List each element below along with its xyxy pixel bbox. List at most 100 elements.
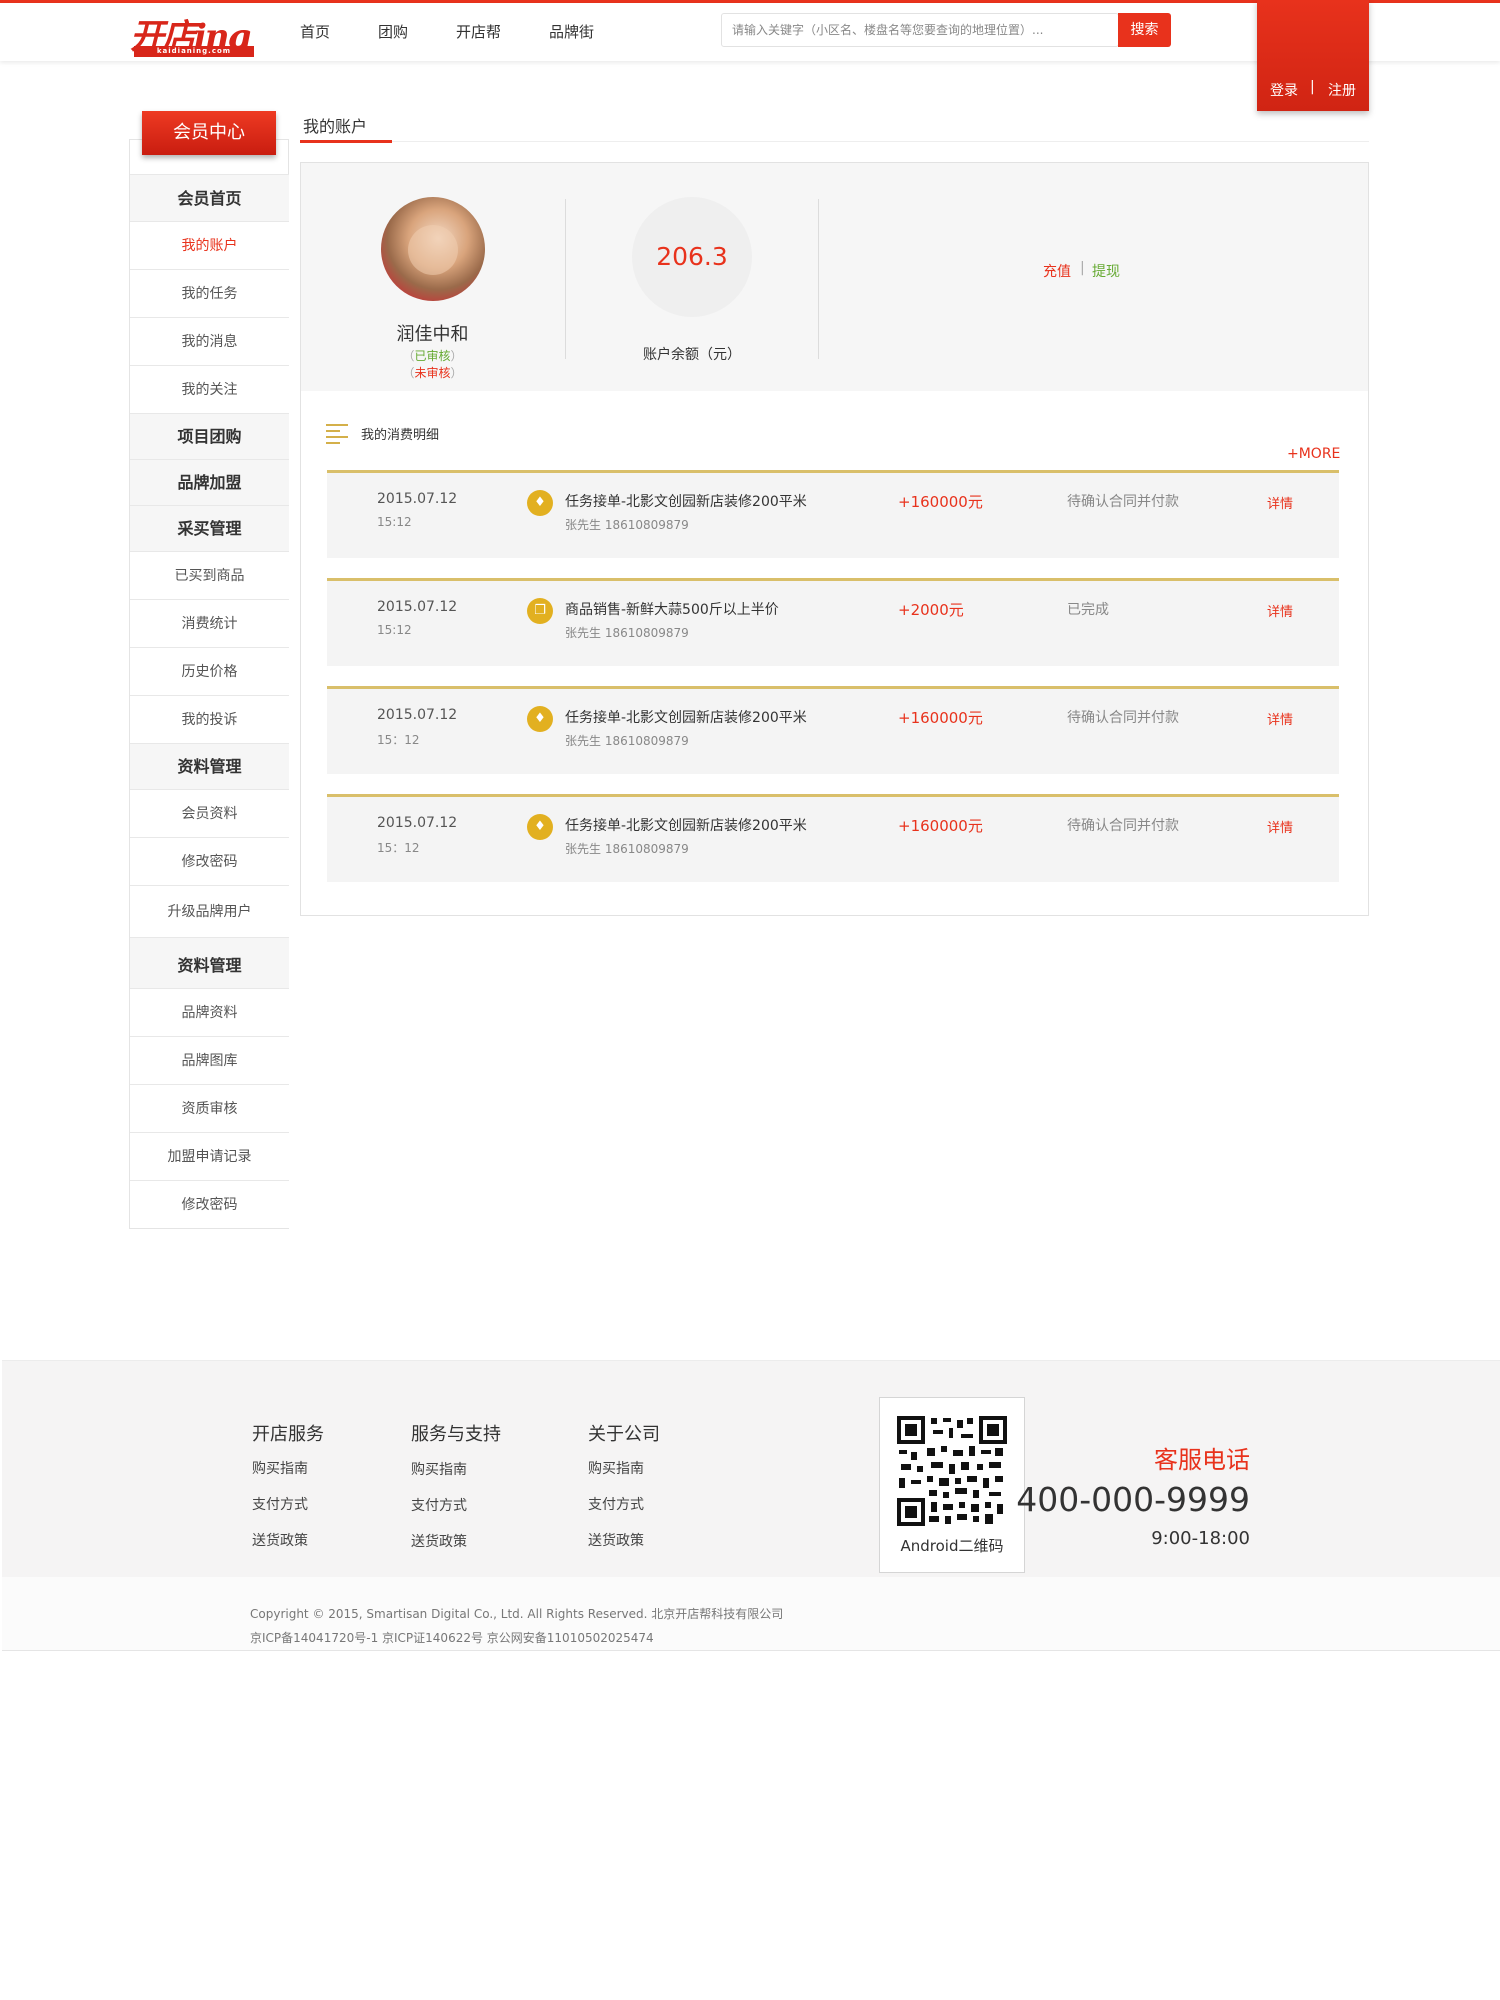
- status-unverified: （未审核）: [402, 366, 463, 380]
- record-amount: +160000元: [898, 817, 983, 835]
- sidebar-item-profile-management[interactable]: 资料管理: [130, 743, 289, 789]
- logo-subtext: kaidianing.com: [134, 46, 254, 57]
- sidebar-item-price-history[interactable]: 历史价格: [130, 647, 289, 695]
- more-link[interactable]: +MORE: [1287, 446, 1340, 462]
- record-row: 2015.07.12 15：12 ♦ 任务接单-北影文创园新店装修200平米 张…: [327, 686, 1339, 774]
- sidebar-item-upgrade-brand[interactable]: 升级品牌用户: [130, 885, 289, 937]
- summary-divider: [565, 199, 566, 359]
- sidebar-item-my-tasks[interactable]: 我的任务: [130, 269, 289, 317]
- footer-link[interactable]: 购买指南: [588, 1458, 644, 1478]
- goods-icon: ❐: [527, 598, 553, 624]
- service-phone: 400-000-9999: [1016, 1480, 1250, 1519]
- register-link[interactable]: 注册: [1328, 80, 1356, 100]
- tag-icon: ♦: [527, 490, 553, 516]
- record-status: 待确认合同并付款: [1067, 818, 1179, 834]
- footer-link[interactable]: 支付方式: [252, 1494, 308, 1514]
- footer-link[interactable]: 送货政策: [588, 1530, 644, 1550]
- record-status: 已完成: [1067, 602, 1109, 618]
- withdraw-link[interactable]: 提现: [1092, 261, 1120, 281]
- record-status: 待确认合同并付款: [1067, 494, 1179, 510]
- record-title[interactable]: 商品销售-新鲜大蒜500斤以上半价: [565, 599, 779, 619]
- sidebar-item-spending-stats[interactable]: 消费统计: [130, 599, 289, 647]
- footer-link[interactable]: 支付方式: [588, 1494, 644, 1514]
- record-time: 15:12: [377, 515, 412, 529]
- site-footer: [2, 1360, 1500, 1577]
- service-title: 客服电话: [1154, 1446, 1250, 1474]
- tag-icon: ♦: [527, 706, 553, 732]
- sidebar-item-member-home[interactable]: 会员首页: [130, 174, 289, 221]
- sidebar-item-member-profile[interactable]: 会员资料: [130, 789, 289, 837]
- search-input[interactable]: 请输入关键字（小区名、楼盘名等您要查询的地理位置）...: [721, 13, 1119, 47]
- main-nav: 首页 团购 开店帮 品牌街: [300, 3, 642, 61]
- sidebar-item-brand-profile[interactable]: 品牌资料: [130, 988, 289, 1036]
- record-title[interactable]: 任务接单-北影文创园新店装修200平米: [565, 815, 807, 835]
- nav-group-buy[interactable]: 团购: [378, 3, 408, 61]
- footer-col-title: 关于公司: [588, 1424, 660, 1445]
- member-center-button[interactable]: 会员中心: [142, 111, 276, 155]
- balance-value: 206.3: [632, 197, 752, 317]
- site-logo[interactable]: 开店ing kaidianing.com: [130, 9, 280, 57]
- search-button[interactable]: 搜索: [1118, 13, 1171, 47]
- tab-active-underline: [300, 140, 392, 143]
- record-title[interactable]: 任务接单-北影文创园新店装修200平米: [565, 491, 807, 511]
- record-contact: 张先生 18610809879: [565, 626, 689, 640]
- list-icon: [326, 424, 348, 444]
- recharge-link[interactable]: 充值: [1043, 261, 1071, 281]
- nav-brand-street[interactable]: 品牌街: [549, 3, 594, 61]
- sidebar-item-qualification-review[interactable]: 资质审核: [130, 1084, 289, 1132]
- footer-link[interactable]: 购买指南: [252, 1458, 308, 1478]
- record-contact: 张先生 18610809879: [565, 842, 689, 856]
- sidebar-item-my-complaints[interactable]: 我的投诉: [130, 695, 289, 743]
- record-row: 2015.07.12 15:12 ♦ 任务接单-北影文创园新店装修200平米 张…: [327, 470, 1339, 558]
- sidebar-item-my-follows[interactable]: 我的关注: [130, 365, 289, 413]
- records-title: 我的消费明细: [361, 428, 440, 443]
- sidebar-item-brand-franchise[interactable]: 品牌加盟: [130, 459, 289, 505]
- login-register-tab: 登录 | 注册: [1257, 0, 1369, 111]
- record-amount: +160000元: [898, 709, 983, 727]
- sidebar-item-project-group-buy[interactable]: 项目团购: [130, 413, 289, 459]
- record-row: 2015.07.12 15：12 ♦ 任务接单-北影文创园新店装修200平米 张…: [327, 794, 1339, 882]
- sidebar-item-change-password-2[interactable]: 修改密码: [130, 1180, 289, 1228]
- sidebar-item-franchise-records[interactable]: 加盟申请记录: [130, 1132, 289, 1180]
- record-time: 15：12: [377, 733, 420, 747]
- record-contact: 张先生 18610809879: [565, 734, 689, 748]
- tag-icon: ♦: [527, 814, 553, 840]
- sidebar-item-brand-gallery[interactable]: 品牌图库: [130, 1036, 289, 1084]
- record-amount: +2000元: [898, 601, 964, 619]
- sidebar-item-profile-management-2[interactable]: 资料管理: [130, 937, 289, 988]
- user-name: 润佳中和: [396, 324, 469, 345]
- sidebar-item-my-messages[interactable]: 我的消息: [130, 317, 289, 365]
- record-date: 2015.07.12: [377, 599, 458, 615]
- login-separator: |: [1310, 79, 1315, 95]
- status-verified: （已审核）: [402, 349, 463, 363]
- footer-link[interactable]: 送货政策: [411, 1531, 467, 1551]
- footer-link[interactable]: 购买指南: [411, 1459, 467, 1479]
- action-separator: |: [1080, 260, 1085, 276]
- tab-my-account[interactable]: 我的账户: [303, 113, 367, 137]
- sidebar-item-purchase-management[interactable]: 采买管理: [130, 505, 289, 551]
- sidebar-item-change-password[interactable]: 修改密码: [130, 837, 289, 885]
- record-amount: +160000元: [898, 493, 983, 511]
- footer-link[interactable]: 支付方式: [411, 1495, 467, 1515]
- record-status: 待确认合同并付款: [1067, 710, 1179, 726]
- record-detail-link[interactable]: 详情: [1267, 493, 1293, 512]
- icp-text: 京ICP备14041720号-1 京ICP证140622号 京公网安备11010…: [250, 1631, 654, 1645]
- record-detail-link[interactable]: 详情: [1267, 709, 1293, 728]
- record-detail-link[interactable]: 详情: [1267, 601, 1293, 620]
- copyright-text: Copyright © 2015, Smartisan Digital Co.,…: [250, 1607, 784, 1621]
- sidebar-item-my-account[interactable]: 我的账户: [130, 221, 289, 269]
- record-date: 2015.07.12: [377, 815, 458, 831]
- record-contact: 张先生 18610809879: [565, 518, 689, 532]
- record-detail-link[interactable]: 详情: [1267, 817, 1293, 836]
- record-title[interactable]: 任务接单-北影文创园新店装修200平米: [565, 707, 807, 727]
- summary-divider: [818, 199, 819, 359]
- nav-home[interactable]: 首页: [300, 3, 330, 61]
- login-link[interactable]: 登录: [1270, 80, 1298, 100]
- sidebar-item-purchased-goods[interactable]: 已买到商品: [130, 551, 289, 599]
- balance-label: 账户余额（元）: [643, 347, 741, 363]
- record-time: 15:12: [377, 623, 412, 637]
- nav-shop-help[interactable]: 开店帮: [456, 3, 501, 61]
- footer-link[interactable]: 送货政策: [252, 1530, 308, 1550]
- footer-col-title: 开店服务: [252, 1424, 324, 1445]
- service-hours: 9:00-18:00: [1151, 1528, 1250, 1549]
